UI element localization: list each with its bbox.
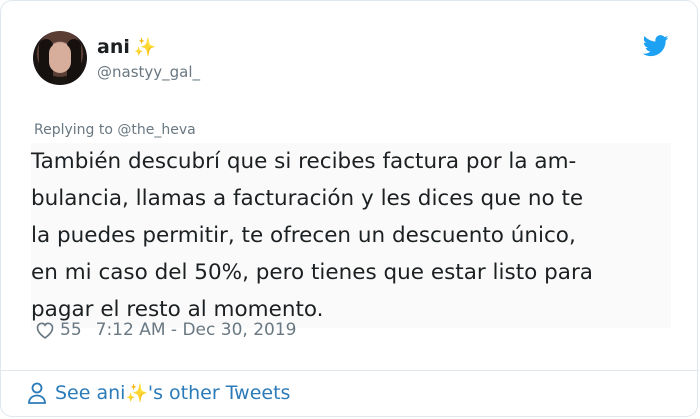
tweet-line: También descubrí que si recibes factura … xyxy=(31,149,577,174)
author-handle[interactable]: @nastyy_gal_ xyxy=(97,63,200,81)
embedded-tweet-card: ani ✨ @nastyy_gal_ Replying to @the_heva… xyxy=(0,0,699,417)
author-name-text: ani xyxy=(97,36,130,58)
tweet-line: en mi caso del 50%, pero tienes que esta… xyxy=(31,260,593,285)
author-name[interactable]: ani ✨ xyxy=(97,36,156,58)
divider xyxy=(1,370,699,371)
see-other-tweets-prefix: See ani xyxy=(55,382,126,404)
tweet-text: También descubrí que si recibes factura … xyxy=(31,143,671,328)
sparkles-emoji: ✨ xyxy=(125,382,148,404)
like-count[interactable]: 55 xyxy=(60,320,82,340)
timestamp[interactable]: 7:12 AM - Dec 30, 2019 xyxy=(96,320,297,340)
tweet-line: la puedes permitir, te ofrecen un descue… xyxy=(31,223,576,248)
reply-context[interactable]: Replying to @the_heva xyxy=(34,122,196,138)
see-other-tweets-link[interactable]: See ani ✨ 's other Tweets xyxy=(27,382,290,404)
avatar-face xyxy=(49,43,71,73)
person-icon xyxy=(28,382,46,404)
heart-icon[interactable] xyxy=(35,320,55,340)
tweet-line: bulancia, llamas a facturación y les dic… xyxy=(31,186,584,211)
avatar[interactable] xyxy=(33,31,87,85)
see-other-tweets-suffix: 's other Tweets xyxy=(147,382,291,404)
twitter-bird-icon[interactable] xyxy=(643,35,669,57)
tweet-meta: 55 7:12 AM - Dec 30, 2019 xyxy=(35,320,296,340)
sparkles-emoji: ✨ xyxy=(133,36,157,58)
